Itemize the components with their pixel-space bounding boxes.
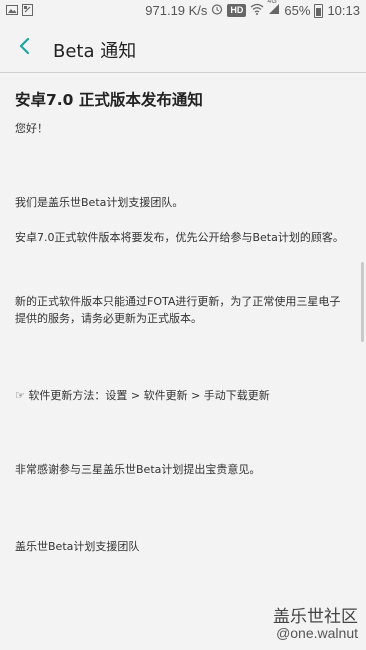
back-arrow-icon	[18, 37, 30, 59]
paragraph-thanks: 非常感谢参与三星盖乐世Beta计划提出宝贵意见。	[15, 463, 261, 476]
file-icon	[22, 4, 33, 19]
wifi-icon	[250, 3, 264, 18]
paragraph-update-method: ☞ 软件更新方法：设置 > 软件更新 > 手动下载更新	[15, 389, 270, 402]
network-type: 4G	[267, 0, 277, 5]
paragraph-signature: 盖乐世Beta计划支援团队	[15, 540, 140, 553]
clock: 10:13	[327, 3, 360, 18]
scroll-indicator[interactable]	[361, 262, 364, 342]
battery-percent: 65%	[284, 3, 311, 18]
status-bar-right: 971.19 K/s HD 4G 65% 10:13	[145, 0, 360, 18]
battery-icon	[314, 3, 324, 18]
app-header: Beta 通知	[0, 24, 366, 72]
hd-badge: HD	[227, 4, 247, 17]
paragraph-fota: 新的正式软件版本只能通过FOTA进行更新，为了正常使用三星电子提供的服务，请务必…	[15, 295, 341, 325]
paragraph-team: 我们是盖乐世Beta计划支援团队。	[15, 196, 184, 209]
watermark-handle: @one.walnut	[276, 625, 358, 641]
header-divider	[0, 72, 366, 73]
article-title: 安卓7.0 正式版本发布通知	[15, 91, 203, 109]
status-bar: 971.19 K/s HD 4G 65% 10:13	[0, 0, 366, 24]
greeting-text: 您好！	[15, 122, 48, 135]
signal-icon: 4G	[267, 0, 280, 18]
page-title: Beta 通知	[53, 41, 137, 62]
paragraph-release: 安卓7.0正式软件版本将要发布，优先公开给参与Beta计划的顾客。	[15, 231, 344, 244]
alarm-icon	[211, 3, 223, 18]
status-bar-left	[6, 4, 33, 19]
image-icon	[6, 4, 18, 19]
back-button[interactable]	[10, 36, 38, 60]
watermark-community: 盖乐世社区	[273, 607, 358, 627]
network-speed: 971.19 K/s	[145, 3, 208, 18]
